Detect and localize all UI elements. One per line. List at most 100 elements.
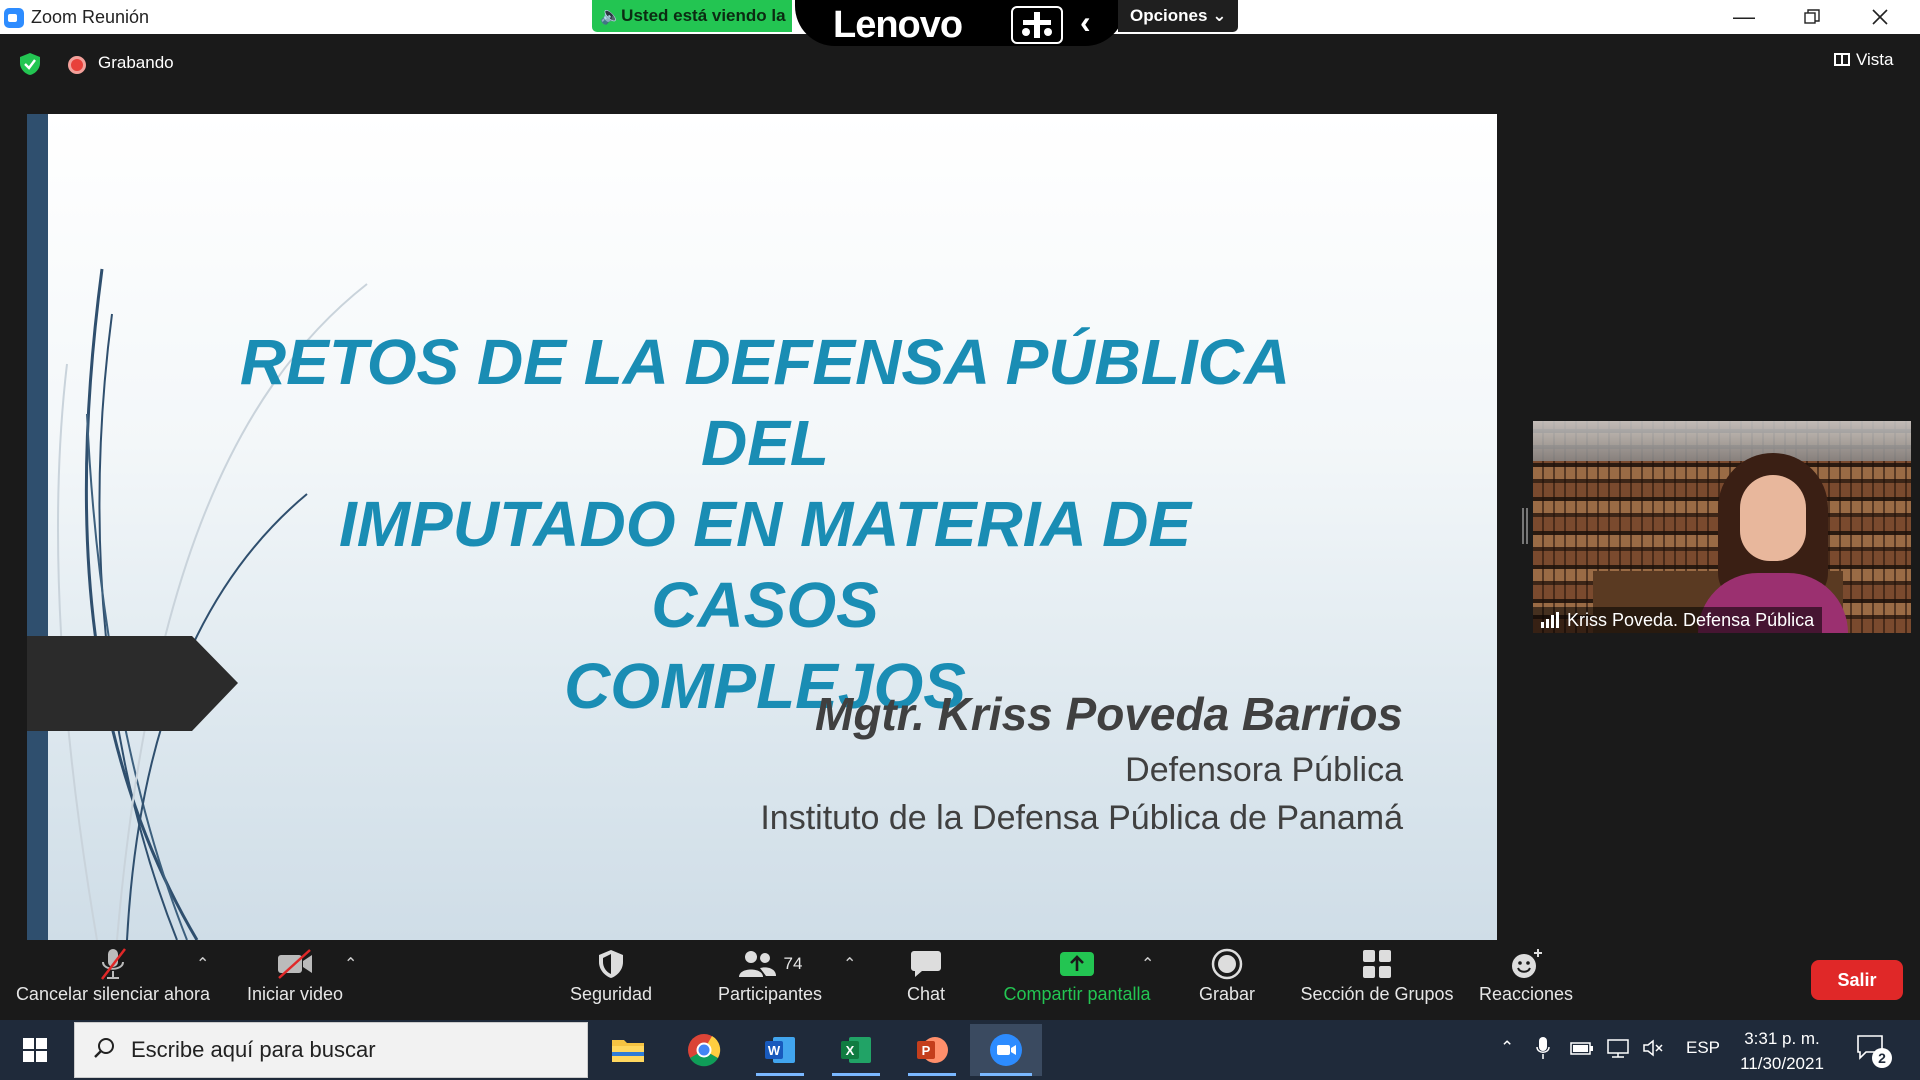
slide-title-line: IMPUTADO EN MATERIA DE CASOS [338, 488, 1192, 641]
word-icon: W [765, 1037, 795, 1063]
taskbar-app-chrome[interactable] [670, 1024, 738, 1076]
share-screen-button[interactable]: Compartir pantalla [990, 946, 1164, 1005]
participants-button[interactable]: 74 Participantes [710, 946, 830, 1005]
zoom-icon [990, 1034, 1022, 1066]
battery-icon[interactable] [1570, 1040, 1594, 1056]
record-button[interactable]: Grabar [1192, 946, 1262, 1005]
lenovo-logo: Lenovo [833, 4, 963, 46]
participant-person [1698, 453, 1848, 633]
start-button[interactable] [0, 1020, 70, 1080]
taskbar-app-zoom[interactable] [970, 1024, 1042, 1076]
excel-icon: X [841, 1037, 871, 1063]
slide-organization: Instituto de la Defensa Pública de Panam… [760, 799, 1403, 837]
collapse-chevron-icon[interactable]: ‹ [1080, 4, 1091, 41]
security-label: Seguridad [569, 984, 653, 1004]
close-window-button[interactable] [1846, 0, 1914, 34]
svg-text:W: W [768, 1043, 781, 1058]
taskbar-clock[interactable]: 3:31 p. m. 11/30/2021 [1730, 1026, 1834, 1076]
start-video-button[interactable]: Iniciar video [240, 946, 350, 1005]
network-icon[interactable] [1606, 1038, 1630, 1058]
speaker-icon: 🔈 [600, 6, 622, 25]
participant-name: Kriss Poveda. Defensa Pública [1567, 610, 1815, 630]
restore-icon [1804, 9, 1820, 24]
participants-count: 74 [783, 954, 803, 973]
share-options-caret-icon[interactable]: ⌃ [1141, 954, 1154, 974]
slide-title-line: RETOS DE LA DEFENSA PÚBLICA DEL [239, 326, 1291, 479]
leave-meeting-button[interactable]: Salir [1811, 960, 1903, 1000]
view-label: Vista [1856, 50, 1894, 69]
windows-taskbar: W X P ⌃ ESP 3:31 p. m. 11/30/2021 2 [0, 1020, 1920, 1080]
taskbar-search-box[interactable] [74, 1022, 588, 1078]
slide-author: Mgtr. Kriss Poveda Barrios [815, 688, 1403, 740]
participant-name-tag: Kriss Poveda. Defensa Pública [1533, 607, 1823, 633]
participants-options-caret-icon[interactable]: ⌃ [843, 954, 856, 974]
lenovo-tool-icon[interactable] [1011, 6, 1063, 44]
mute-label: Cancelar silenciar ahora [15, 984, 211, 1004]
window-title: Zoom Reunión [31, 7, 150, 27]
taskbar-app-powerpoint[interactable]: P [898, 1024, 966, 1076]
participant-face [1740, 475, 1806, 561]
participants-icon [738, 951, 776, 977]
mute-options-caret-icon[interactable]: ⌃ [196, 954, 209, 974]
video-panel-resize-handle[interactable] [1522, 508, 1528, 544]
mute-button[interactable]: Cancelar silenciar ahora [14, 946, 212, 1005]
shield-icon [599, 950, 623, 978]
view-button[interactable]: Vista [1834, 50, 1894, 70]
grid-view-icon [1834, 53, 1850, 66]
chat-button[interactable]: Chat [894, 946, 958, 1005]
slide-author-role: Defensora Pública [1125, 751, 1403, 789]
close-icon [1872, 9, 1888, 25]
powerpoint-icon: P [917, 1037, 948, 1063]
breakout-rooms-label: Sección de Grupos [1300, 984, 1454, 1004]
slide-title: RETOS DE LA DEFENSA PÚBLICA DEL IMPUTADO… [235, 322, 1295, 727]
chevron-down-icon: ⌄ [1212, 6, 1227, 25]
windows-logo-icon [23, 1038, 47, 1062]
chrome-icon [688, 1034, 721, 1067]
svg-text:P: P [922, 1043, 931, 1058]
microphone-muted-icon [101, 948, 126, 980]
tray-overflow-chevron-icon[interactable]: ⌃ [1500, 1038, 1514, 1058]
search-input[interactable] [131, 1035, 571, 1065]
clock-date: 11/30/2021 [1740, 1054, 1824, 1073]
app-running-indicator [756, 1073, 804, 1076]
reactions-button[interactable]: Reacciones [1476, 946, 1576, 1005]
search-icon [94, 1038, 114, 1058]
notifications-button[interactable]: 2 [1856, 1034, 1892, 1068]
taskbar-app-excel[interactable]: X [822, 1024, 890, 1076]
microphone-icon[interactable] [1536, 1036, 1550, 1060]
recording-label: Grabando [98, 53, 174, 72]
shared-slide: RETOS DE LA DEFENSA PÚBLICA DEL IMPUTADO… [27, 114, 1497, 940]
chat-icon [911, 951, 941, 977]
app-running-indicator [908, 1073, 956, 1076]
lenovo-share-pill: Lenovo ‹ [795, 0, 1125, 46]
recording-icon[interactable] [68, 56, 86, 74]
input-language[interactable]: ESP [1686, 1038, 1720, 1058]
participant-video-tile[interactable]: Kriss Poveda. Defensa Pública [1533, 421, 1911, 633]
video-options-caret-icon[interactable]: ⌃ [344, 954, 357, 974]
volume-muted-icon[interactable] [1642, 1038, 1664, 1058]
participants-label: Participantes [717, 984, 823, 1004]
app-running-indicator [980, 1073, 1032, 1076]
meeting-toolbar: Cancelar silenciar ahora ⌃ Iniciar video… [0, 940, 1920, 1020]
security-shield-icon[interactable] [18, 52, 42, 76]
share-screen-label: Compartir pantalla [1003, 984, 1151, 1004]
viewing-text: Usted está viendo la [621, 6, 786, 25]
minimize-button[interactable]: — [1710, 0, 1778, 34]
record-icon [1211, 948, 1243, 980]
notifications-count-badge: 2 [1872, 1048, 1892, 1068]
viewing-share-banner: 🔈Usted está viendo la [592, 0, 792, 32]
breakout-rooms-icon [1363, 950, 1391, 978]
taskbar-app-word[interactable]: W [746, 1024, 814, 1076]
reactions-label: Reacciones [1478, 984, 1574, 1004]
breakout-rooms-button[interactable]: Sección de Grupos [1296, 946, 1458, 1005]
app-running-indicator [832, 1073, 880, 1076]
restore-button[interactable] [1778, 0, 1846, 34]
view-options-button[interactable]: Opciones ⌄ [1118, 0, 1238, 32]
svg-text:X: X [846, 1043, 855, 1058]
video-off-icon [278, 949, 312, 979]
chat-label: Chat [906, 984, 946, 1004]
security-button[interactable]: Seguridad [560, 946, 662, 1005]
taskbar-app-file-explorer[interactable] [594, 1024, 662, 1076]
clock-time: 3:31 p. m. [1744, 1029, 1820, 1048]
zoom-app-icon [4, 8, 24, 28]
